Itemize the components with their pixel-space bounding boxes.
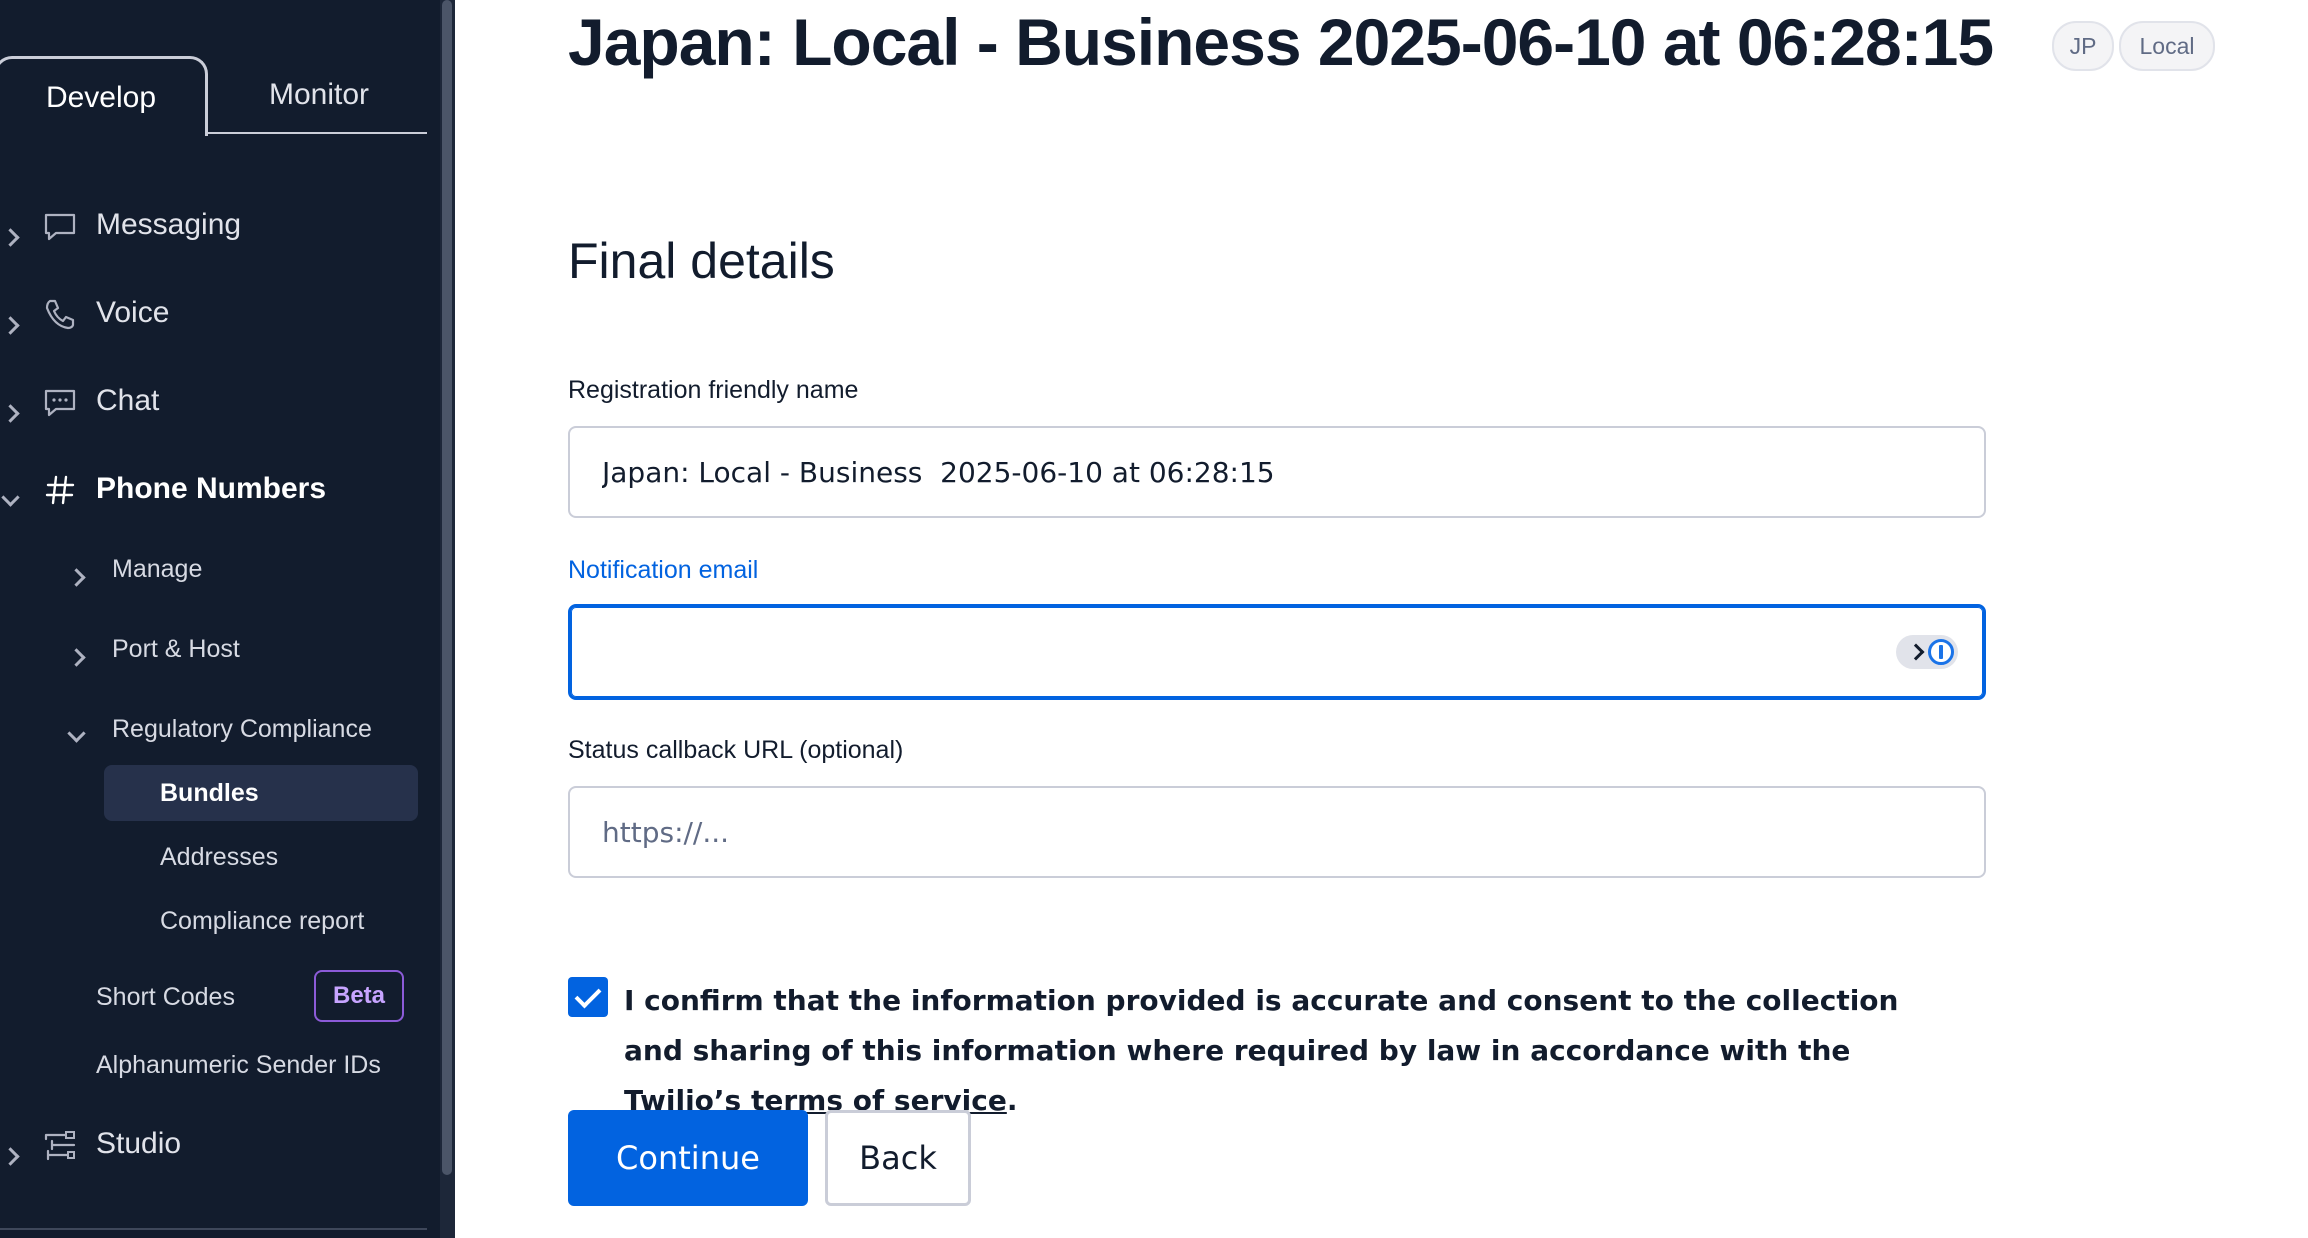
sidebar-item-bundles[interactable]: Bundles [104, 765, 418, 821]
consent-text-body: I confirm that the information provided … [624, 984, 1899, 1067]
consent-text: I confirm that the information provided … [624, 976, 1944, 1126]
number-type-badge: Local [2119, 21, 2215, 71]
sidebar-item-phone-numbers[interactable]: Phone Numbers [0, 460, 430, 520]
continue-button[interactable]: Continue [568, 1110, 808, 1206]
status-callback-input[interactable] [568, 786, 1986, 878]
beta-badge: Beta [314, 970, 404, 1022]
tab-monitor[interactable]: Monitor [204, 56, 434, 133]
sidebar-item-label: Bundles [160, 779, 259, 807]
sidebar-item-compliance-report[interactable]: Compliance report [0, 893, 430, 949]
status-callback-label: Status callback URL (optional) [568, 736, 904, 764]
sidebar-item-label: Compliance report [160, 907, 365, 935]
friendly-name-input[interactable] [568, 426, 1986, 518]
chevron-down-icon [67, 718, 86, 743]
sidebar-item-voice[interactable]: Voice [0, 284, 430, 344]
password-manager-button[interactable] [1896, 635, 1958, 669]
chevron-right-icon [1, 218, 20, 247]
page-title: Japan: Local - Business 2025-06-10 at 06… [568, 5, 1994, 79]
chat-icon [44, 389, 76, 417]
sidebar-item-label: Manage [112, 555, 203, 583]
sidebar-item-label: Messaging [96, 208, 242, 241]
section-title: Final details [568, 233, 835, 289]
password-manager-icon [1928, 639, 1954, 665]
sidebar-item-chat[interactable]: Chat [0, 372, 430, 432]
back-button[interactable]: Back [825, 1110, 971, 1206]
chevron-right-icon [1907, 643, 1925, 661]
consent-text-end: . [1006, 1084, 1018, 1117]
sidebar-tabs: Develop Monitor [0, 0, 427, 136]
sidebar-item-label: Studio [96, 1127, 182, 1160]
sidebar-item-short-codes[interactable]: Short Codes Beta [0, 970, 430, 1022]
sidebar-item-label: Phone Numbers [96, 472, 327, 505]
sidebar-item-addresses[interactable]: Addresses [0, 829, 430, 885]
sidebar-divider [0, 1228, 427, 1230]
sidebar-item-label: Short Codes [96, 983, 235, 1011]
sidebar-item-alphanumeric-sender-ids[interactable]: Alphanumeric Sender IDs [0, 1040, 430, 1090]
sidebar-item-studio[interactable]: Studio [0, 1115, 430, 1175]
sidebar-item-label: Chat [96, 384, 160, 417]
chevron-right-icon [67, 642, 86, 667]
chevron-right-icon [1, 394, 20, 423]
friendly-name-label: Registration friendly name [568, 376, 859, 404]
tab-develop[interactable]: Develop [0, 56, 208, 136]
sidebar-item-manage[interactable]: Manage [0, 544, 430, 594]
message-icon [44, 213, 76, 241]
studio-icon [44, 1131, 76, 1161]
chevron-right-icon [67, 562, 86, 587]
sidebar-item-label: Voice [96, 296, 170, 329]
sidebar-scrollbar[interactable] [442, 0, 452, 1175]
sidebar-item-label: Alphanumeric Sender IDs [96, 1051, 381, 1079]
sidebar: Develop Monitor Messaging Voice Chat Pho [0, 0, 455, 1238]
phone-icon [45, 299, 75, 330]
sidebar-item-label: Addresses [160, 843, 279, 871]
chevron-down-icon [1, 478, 20, 507]
chevron-right-icon [1, 1137, 20, 1166]
sidebar-item-regulatory-compliance[interactable]: Regulatory Compliance [0, 704, 430, 754]
sidebar-item-port-host[interactable]: Port & Host [0, 624, 430, 674]
country-badge: JP [2052, 21, 2114, 71]
consent-checkbox[interactable] [568, 977, 608, 1017]
hash-icon [45, 475, 75, 505]
sidebar-item-label: Port & Host [112, 635, 240, 663]
chevron-right-icon [1, 306, 20, 335]
notification-email-label: Notification email [568, 556, 759, 584]
sidebar-item-label: Regulatory Compliance [112, 715, 372, 743]
main-content: Japan: Local - Business 2025-06-10 at 06… [455, 0, 2308, 1238]
notification-email-input[interactable] [568, 604, 1986, 700]
sidebar-item-messaging[interactable]: Messaging [0, 196, 430, 256]
